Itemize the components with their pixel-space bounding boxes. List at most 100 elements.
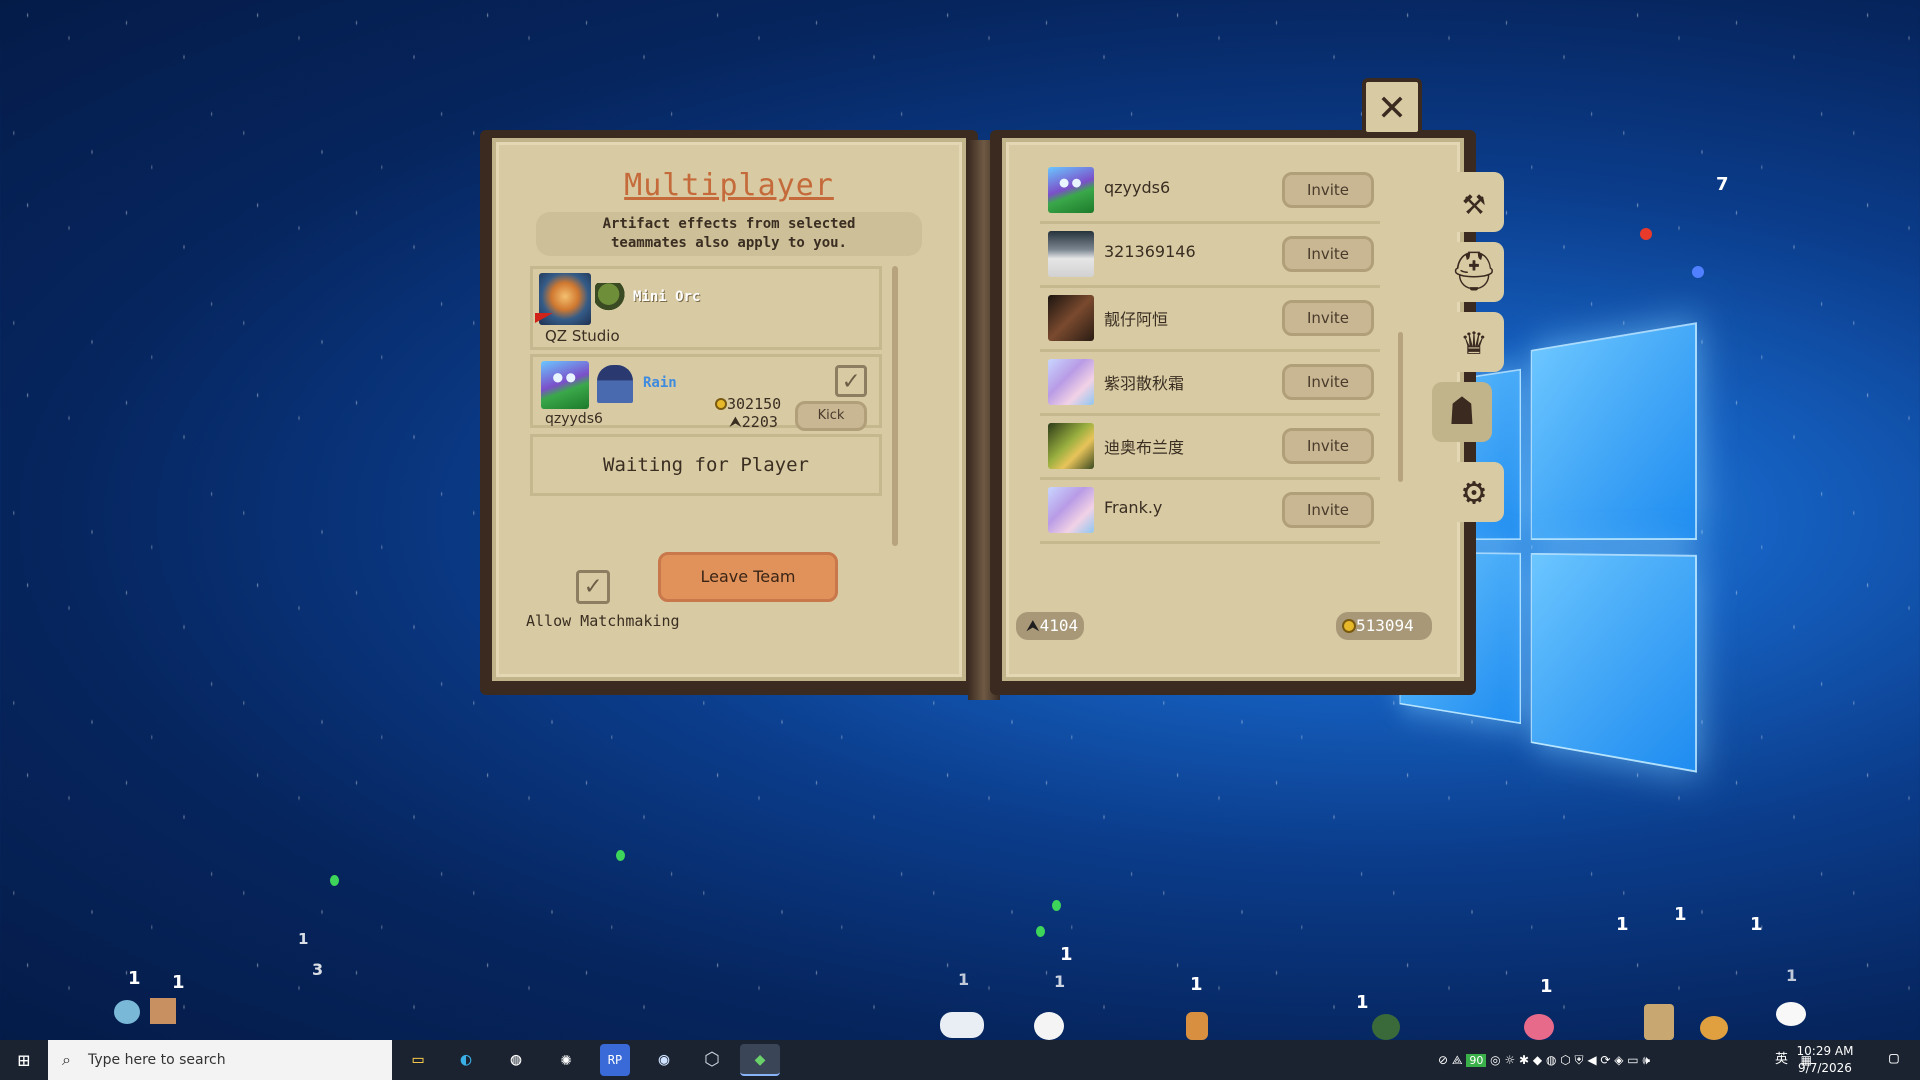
coin-value: 302150 <box>727 395 782 413</box>
orc-pet-icon <box>595 283 629 311</box>
friend-name: 321369146 <box>1104 242 1196 261</box>
allow-matchmaking-checkbox[interactable]: ✓ <box>576 570 610 604</box>
invite-button[interactable]: Invite <box>1282 236 1374 272</box>
green-dot <box>1036 926 1045 937</box>
desktop-pet[interactable] <box>1776 1002 1806 1026</box>
allow-matchmaking-label: Allow Matchmaking <box>526 612 680 630</box>
green-dot <box>330 875 339 886</box>
invite-button[interactable]: Invite <box>1282 300 1374 336</box>
cursor-icon: ⮝ <box>729 413 742 431</box>
click-value: 2203 <box>741 413 778 431</box>
teammate-artifact-checkbox[interactable]: ✓ <box>835 365 867 397</box>
blue-dot <box>1692 266 1704 278</box>
counter-label: 1 <box>958 970 970 989</box>
avatar[interactable] <box>541 361 589 409</box>
tray-icons-more: ◎ ☼ ✱ ◆ ◍ ⬡ ⛨ ◀ ⟳ ◈ ▭ 🕪 <box>1490 1053 1650 1067</box>
coin-icon <box>715 398 727 410</box>
clock-date: 9/7/2026 <box>1798 1061 1852 1075</box>
start-button[interactable]: ⊞ <box>0 1040 48 1080</box>
edge-icon[interactable]: ◐ <box>446 1044 486 1076</box>
friend-name: qzyyds6 <box>1104 178 1171 197</box>
friend-name: 紫羽散秋霜 <box>1104 374 1185 393</box>
counter-label: 1 <box>172 972 185 993</box>
counter-label: 1 <box>128 968 141 989</box>
friend-row: Frank.y Invite <box>1040 482 1380 544</box>
avatar[interactable] <box>1048 423 1094 469</box>
tray-icons: ⊘ ⟁ <box>1437 1053 1467 1067</box>
kick-button[interactable]: Kick <box>795 401 867 431</box>
avatar[interactable] <box>1048 231 1094 277</box>
coin-icon <box>1342 619 1356 633</box>
desktop-pet[interactable] <box>150 998 176 1024</box>
left-page: Multiplayer Artifact effects from select… <box>480 130 978 695</box>
invite-button[interactable]: Invite <box>1282 172 1374 208</box>
leader-flag-icon <box>535 313 553 323</box>
gear-icon[interactable]: ⚙ <box>1444 462 1504 522</box>
counter-label: 1 <box>298 930 309 948</box>
coins-total-value: 513094 <box>1356 616 1414 635</box>
clicks-total-value: 4104 <box>1039 616 1079 635</box>
desktop-pet[interactable] <box>1700 1016 1728 1040</box>
multiplayer-icon[interactable]: ☗ <box>1432 382 1492 442</box>
rp-app-icon[interactable]: RP <box>600 1044 630 1076</box>
friends-scrollbar[interactable] <box>1398 332 1403 482</box>
chatgpt-icon[interactable]: ✺ <box>546 1044 586 1076</box>
unity-icon[interactable]: ⬡ <box>692 1044 732 1076</box>
counter-label: 1 <box>1356 992 1369 1013</box>
avatar[interactable] <box>1048 487 1094 533</box>
friend-name: 迪奥布兰度 <box>1104 438 1185 457</box>
counter-label: 1 <box>1540 976 1553 997</box>
clock[interactable]: 10:29 AM 9/7/2026 <box>1790 1043 1860 1077</box>
file-explorer-icon[interactable]: ▭ <box>398 1044 438 1076</box>
multiplayer-book: Multiplayer Artifact effects from select… <box>480 130 1504 700</box>
hammer-icon[interactable]: ⚒ <box>1444 172 1504 232</box>
crown-icon[interactable]: ♛ <box>1444 312 1504 372</box>
helmet-icon[interactable]: ⛑ <box>1444 242 1504 302</box>
counter-label: 1 <box>1750 914 1763 935</box>
counter-label: 1 <box>1060 944 1073 965</box>
desktop-pet[interactable] <box>1524 1014 1554 1040</box>
windows-icon: ⊞ <box>17 1048 31 1072</box>
team-member-1: Mini Orc QZ Studio <box>530 266 882 350</box>
counter-label: 3 <box>312 960 324 979</box>
close-button[interactable]: ✕ <box>1362 78 1422 136</box>
avatar[interactable] <box>1048 359 1094 405</box>
team-scrollbar[interactable] <box>892 266 898 546</box>
counter-label: 1 <box>1616 914 1629 935</box>
invite-button[interactable]: Invite <box>1282 492 1374 528</box>
counter-label: 1 <box>1786 966 1798 985</box>
notification-icon[interactable]: ▢ <box>1882 1048 1906 1072</box>
green-dot <box>616 850 625 861</box>
desktop-pet[interactable] <box>1644 1004 1674 1040</box>
qq-icon[interactable]: ◍ <box>496 1044 536 1076</box>
friend-row: qzyyds6 Invite <box>1040 162 1380 224</box>
member-name: QZ Studio <box>545 327 620 345</box>
desktop-pet[interactable] <box>1034 1012 1064 1040</box>
leave-team-button[interactable]: Leave Team <box>658 552 838 602</box>
avatar[interactable] <box>1048 167 1094 213</box>
search-placeholder: Type here to search <box>88 1052 226 1068</box>
friend-row: 321369146 Invite <box>1040 226 1380 288</box>
desktop-pet[interactable] <box>1186 1012 1208 1040</box>
ime-indicator[interactable]: 英 <box>1775 1040 1788 1080</box>
desktop-pet[interactable] <box>114 1000 140 1024</box>
invite-button[interactable]: Invite <box>1282 364 1374 400</box>
right-page: qzyyds6 Invite 321369146 Invite 靓仔阿恒 Inv… <box>990 130 1476 695</box>
pet-name: Rain <box>643 375 677 391</box>
counter-label: 1 <box>1674 904 1687 925</box>
invite-button[interactable]: Invite <box>1282 428 1374 464</box>
steam-icon[interactable]: ◉ <box>644 1044 684 1076</box>
counter-label: 7 <box>1716 174 1729 195</box>
coins-total: 513094 <box>1336 612 1432 640</box>
system-tray[interactable]: ⊘ ⟁ 90 ◎ ☼ ✱ ◆ ◍ ⬡ ⛨ ◀ ⟳ ◈ ▭ 🕪 <box>1438 1040 1650 1080</box>
desktop-pet[interactable] <box>1372 1014 1400 1040</box>
game-app-icon[interactable]: ◆ <box>740 1044 780 1076</box>
friend-name: Frank.y <box>1104 498 1163 517</box>
waiting-slot: Waiting for Player <box>530 434 882 496</box>
taskbar-search[interactable]: ⌕ Type here to search <box>48 1040 392 1080</box>
rain-pet-icon <box>597 365 633 403</box>
search-icon: ⌕ <box>62 1050 71 1069</box>
avatar[interactable] <box>1048 295 1094 341</box>
red-dot <box>1640 228 1652 240</box>
desktop-pet[interactable] <box>940 1012 984 1038</box>
